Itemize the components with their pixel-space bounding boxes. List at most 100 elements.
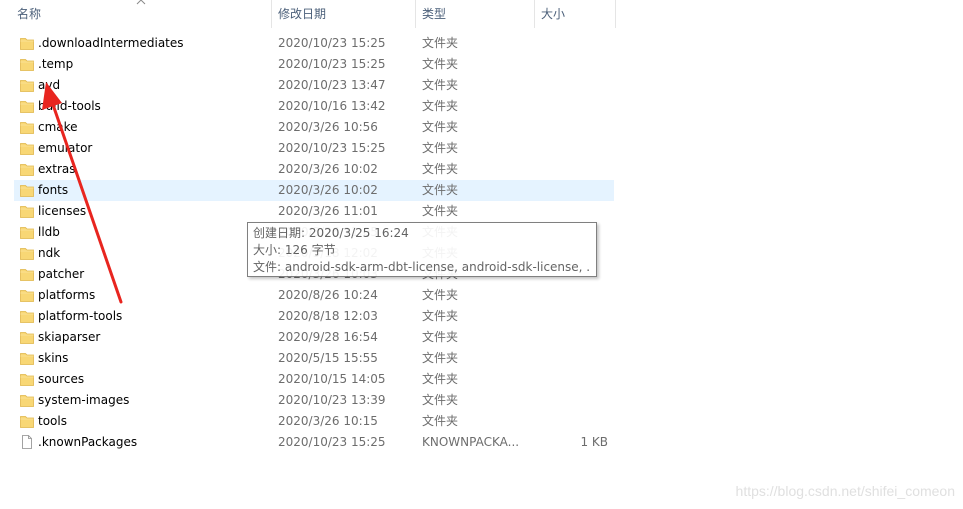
file-icon <box>20 435 34 449</box>
file-type: 文件夹 <box>422 330 459 344</box>
file-row[interactable]: .knownPackages 2020/10/23 15:25 KNOWNPACKA… <box>14 432 614 453</box>
column-header-size[interactable]: 大小 <box>535 0 615 28</box>
file-date: 2020/10/23 15:25 <box>278 57 386 71</box>
tooltip-files: 文件: android-sdk-arm-dbt-license, android… <box>253 260 591 274</box>
folder-icon <box>20 225 34 239</box>
file-name: sources <box>38 372 85 386</box>
folder-icon <box>20 141 34 155</box>
folder-icon <box>20 246 34 260</box>
file-date: 2020/10/23 13:39 <box>278 393 386 407</box>
file-name: fonts <box>38 183 69 197</box>
folder-icon <box>20 36 34 50</box>
file-type: 文件夹 <box>422 57 459 71</box>
file-row[interactable]: tools 2020/3/26 10:15 文件夹 <box>14 411 614 432</box>
column-header-date[interactable]: 修改日期 <box>272 0 415 28</box>
file-row[interactable]: platform-tools 2020/8/18 12:03 文件夹 <box>14 306 614 327</box>
file-type: 文件夹 <box>422 393 459 407</box>
file-size: 1 KB <box>580 435 608 449</box>
watermark: https://blog.csdn.net/shifei_comeon <box>735 483 955 499</box>
file-name: tools <box>38 414 67 428</box>
file-row[interactable]: platforms 2020/8/26 10:24 文件夹 <box>14 285 614 306</box>
file-type: 文件夹 <box>422 141 459 155</box>
column-divider[interactable] <box>615 0 616 28</box>
file-type: 文件夹 <box>422 309 459 323</box>
tooltip-created-date: 创建日期: 2020/3/25 16:24 <box>253 226 409 240</box>
file-name: build-tools <box>38 99 101 113</box>
file-type: 文件夹 <box>422 372 459 386</box>
file-name: extras <box>38 162 76 176</box>
file-row[interactable]: sources 2020/10/15 14:05 文件夹 <box>14 369 614 390</box>
file-name: .downloadIntermediates <box>38 36 184 50</box>
folder-icon <box>20 330 34 344</box>
file-row[interactable]: avd 2020/10/23 13:47 文件夹 <box>14 75 614 96</box>
file-name: patcher <box>38 267 85 281</box>
folder-icon <box>20 99 34 113</box>
file-explorer: 名称 修改日期 类型 大小 .downloadIntermediates 2020… <box>0 0 963 509</box>
folder-icon <box>20 162 34 176</box>
file-type: 文件夹 <box>422 204 459 218</box>
file-name: lldb <box>38 225 60 239</box>
file-type: 文件夹 <box>422 288 459 302</box>
folder-icon <box>20 120 34 134</box>
file-row[interactable]: cmake 2020/3/26 10:56 文件夹 <box>14 117 614 138</box>
folder-icon <box>20 351 34 365</box>
file-row[interactable]: system-images 2020/10/23 13:39 文件夹 <box>14 390 614 411</box>
file-name: platforms <box>38 288 96 302</box>
file-row[interactable]: skiaparser 2020/9/28 16:54 文件夹 <box>14 327 614 348</box>
file-name: emulator <box>38 141 93 155</box>
file-type: 文件夹 <box>422 120 459 134</box>
file-name: platform-tools <box>38 309 123 323</box>
file-type: 文件夹 <box>422 183 459 197</box>
file-type: KNOWNPACKA... <box>422 435 520 449</box>
column-header-name[interactable]: 名称 <box>0 0 271 28</box>
file-date: 2020/10/23 15:25 <box>278 435 386 449</box>
file-type: 文件夹 <box>422 414 459 428</box>
file-row[interactable]: .downloadIntermediates 2020/10/23 15:25 文件… <box>14 33 614 54</box>
file-date: 2020/10/16 13:42 <box>278 99 386 113</box>
file-date: 2020/8/18 12:03 <box>278 309 378 323</box>
item-tooltip: 创建日期: 2020/3/25 16:24 大小: 126 字节 文件: and… <box>247 222 597 277</box>
file-date: 2020/8/26 10:24 <box>278 288 378 302</box>
file-type: 文件夹 <box>422 162 459 176</box>
tooltip-size: 大小: 126 字节 <box>253 243 336 257</box>
file-name: cmake <box>38 120 78 134</box>
file-row[interactable]: extras 2020/3/26 10:02 文件夹 <box>14 159 614 180</box>
file-row[interactable]: .temp 2020/10/23 15:25 文件夹 <box>14 54 614 75</box>
file-name: skins <box>38 351 69 365</box>
file-name: skiaparser <box>38 330 101 344</box>
file-name: ndk <box>38 246 61 260</box>
file-date: 2020/10/23 15:25 <box>278 141 386 155</box>
file-date: 2020/3/26 11:01 <box>278 204 378 218</box>
file-date: 2020/9/28 16:54 <box>278 330 378 344</box>
file-row[interactable]: skins 2020/5/15 15:55 文件夹 <box>14 348 614 369</box>
folder-icon <box>20 288 34 302</box>
file-row[interactable]: build-tools 2020/10/16 13:42 文件夹 <box>14 96 614 117</box>
file-type: 文件夹 <box>422 36 459 50</box>
file-name: .temp <box>38 57 74 71</box>
file-date: 2020/10/23 15:25 <box>278 36 386 50</box>
folder-icon <box>20 183 34 197</box>
file-row[interactable]: emulator 2020/10/23 15:25 文件夹 <box>14 138 614 159</box>
file-date: 2020/3/26 10:15 <box>278 414 378 428</box>
column-header-bar: 名称 修改日期 类型 大小 <box>0 0 616 28</box>
file-date: 2020/3/26 10:02 <box>278 162 378 176</box>
file-date: 2020/5/15 15:55 <box>278 351 378 365</box>
column-header-type[interactable]: 类型 <box>416 0 534 28</box>
file-type: 文件夹 <box>422 78 459 92</box>
file-row[interactable]: licenses 2020/3/26 11:01 文件夹 <box>14 201 614 222</box>
folder-icon <box>20 393 34 407</box>
file-name: licenses <box>38 204 87 218</box>
file-type: 文件夹 <box>422 99 459 113</box>
file-type: 文件夹 <box>422 351 459 365</box>
file-date: 2020/10/15 14:05 <box>278 372 386 386</box>
folder-icon <box>20 78 34 92</box>
file-row[interactable]: fonts 2020/3/26 10:02 文件夹 <box>14 180 614 201</box>
file-name: avd <box>38 78 61 92</box>
folder-icon <box>20 57 34 71</box>
folder-icon <box>20 414 34 428</box>
file-name: .knownPackages <box>38 435 138 449</box>
file-date: 2020/10/23 13:47 <box>278 78 386 92</box>
folder-icon <box>20 309 34 323</box>
folder-icon <box>20 372 34 386</box>
file-date: 2020/3/26 10:02 <box>278 183 378 197</box>
